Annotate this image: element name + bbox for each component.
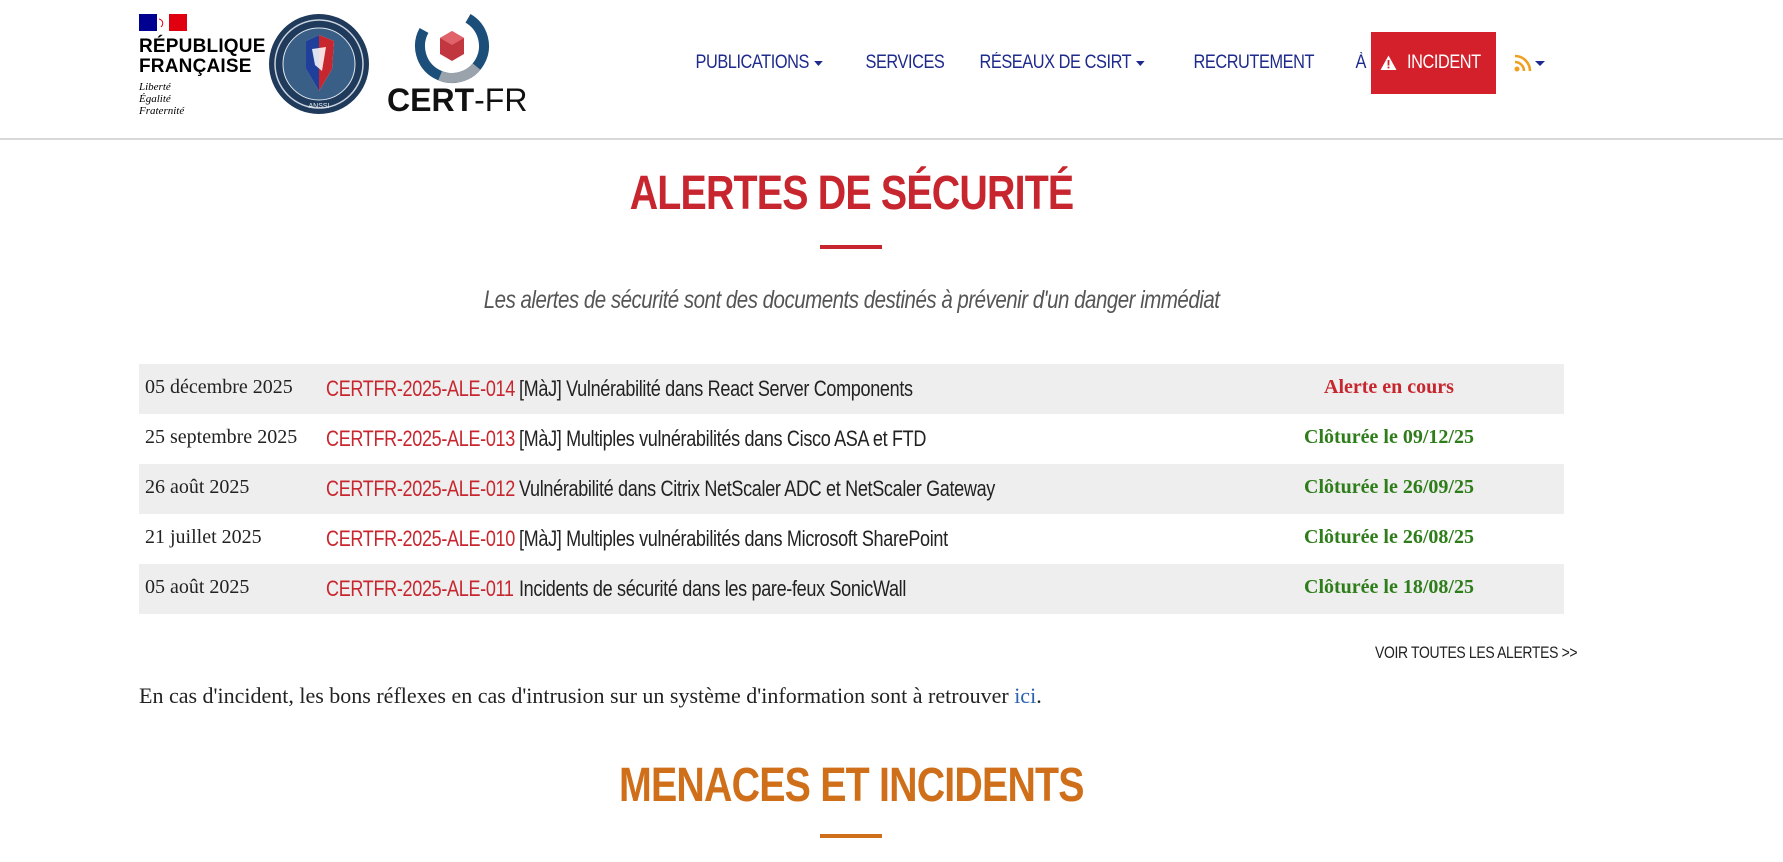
incident-button-label: INCIDENT [1407,52,1481,73]
nav-publications-label: PUBLICATIONS [695,52,809,73]
nav-services-label: SERVICES [865,52,945,73]
nav-recrutement-label: RECRUTEMENT [1193,52,1315,73]
chevron-down-icon [1136,60,1145,66]
alert-date: 21 juillet 2025 [145,526,262,548]
motto-liberte: Liberté [139,81,171,93]
alert-reference-link[interactable]: CERTFR-2025-ALE-010 [326,514,515,564]
incident-advice-end: . [1036,683,1042,708]
threats-title-underline [820,834,882,838]
nav-recrutement[interactable]: RECRUTEMENT [1178,32,1330,94]
cert-fr-emblem-icon [415,10,489,83]
rss-menu[interactable] [1514,52,1548,74]
alert-row: 21 juillet 2025 CERTFR-2025-ALE-010 [MàJ… [139,514,1564,564]
republique-text: RÉPUBLIQUE [139,36,266,57]
alert-date: 25 septembre 2025 [145,426,298,448]
alerts-list: 05 décembre 2025 CERTFR-2025-ALE-014 [Mà… [139,364,1564,614]
motto-egalite: Égalité [139,93,171,105]
main-navigation: PUBLICATIONS SERVICES RÉSEAUX DE CSIRT R… [680,32,1458,94]
alert-title-link[interactable]: Vulnérabilité dans Citrix NetScaler ADC … [519,464,995,514]
cert-fr-wordmark: CERT-FR [387,84,527,116]
alert-status: Clôturée le 26/08/25 [1304,526,1474,548]
incident-advice-paragraph: En cas d'incident, les bons réflexes en … [139,683,1042,709]
anssi-seal-logo[interactable]: ANSSI [268,13,370,115]
warning-icon [1380,55,1397,70]
nav-publications[interactable]: PUBLICATIONS [680,32,838,94]
alert-row: 05 août 2025 CERTFR-2025-ALE-011 Inciden… [139,564,1564,614]
alerts-section-title-text: ALERTES DE SÉCURITÉ [629,167,1074,220]
alert-title-link[interactable]: Incidents de sécurité dans les pare-feux… [519,564,906,614]
alert-row: 25 septembre 2025 CERTFR-2025-ALE-013 [M… [139,414,1564,464]
alert-date: 05 décembre 2025 [145,376,293,398]
alert-status: Alerte en cours [1324,376,1454,398]
alert-reference-link[interactable]: CERTFR-2025-ALE-014 [326,364,515,414]
marianne-flag-icon [139,14,187,31]
cert-fr-wordmark-bold: CERT [387,82,475,118]
threats-section-title: MENACES ET INCIDENTS [0,758,1703,813]
see-all-alerts-link[interactable]: VOIR TOUTES LES ALERTES >> [1375,643,1578,663]
alert-row: 05 décembre 2025 CERTFR-2025-ALE-014 [Mà… [139,364,1564,414]
republique-francaise-logo[interactable]: RÉPUBLIQUE FRANÇAISE Liberté Égalité Fra… [139,14,266,119]
alert-reference-link[interactable]: CERTFR-2025-ALE-013 [326,414,515,464]
alerts-subtitle: Les alertes de sécurité sont des documen… [0,286,1703,315]
nav-services[interactable]: SERVICES [850,32,960,94]
incident-button[interactable]: INCIDENT [1371,32,1496,94]
alert-date: 05 août 2025 [145,576,250,598]
alerts-section-title: ALERTES DE SÉCURITÉ [0,166,1703,221]
motto-fraternite: Fraternité [139,105,185,117]
alert-status: Clôturée le 26/09/25 [1304,476,1474,498]
alert-title-link[interactable]: [MàJ] Multiples vulnérabilités dans Cisc… [519,414,926,464]
threats-section-title-text: MENACES ET INCIDENTS [619,759,1085,812]
alert-row: 26 août 2025 CERTFR-2025-ALE-012 Vulnéra… [139,464,1564,514]
alert-status: Clôturée le 18/08/25 [1304,576,1474,598]
cert-fr-wordmark-suffix: -FR [474,82,528,118]
incident-advice-link[interactable]: ici [1014,683,1036,708]
alert-title-link[interactable]: [MàJ] Multiples vulnérabilités dans Micr… [519,514,948,564]
cert-fr-logo[interactable]: CERT-FR [385,10,527,120]
anssi-seal-text: ANSSI [308,103,329,110]
alert-reference-link[interactable]: CERTFR-2025-ALE-012 [326,464,515,514]
site-header: RÉPUBLIQUE FRANÇAISE Liberté Égalité Fra… [0,0,1783,140]
chevron-down-icon [814,60,823,66]
chevron-down-icon [1535,60,1545,66]
alert-reference-link[interactable]: CERTFR-2025-ALE-011 [326,564,514,614]
nav-reseaux-csirt[interactable]: RÉSEAUX DE CSIRT [964,32,1160,94]
alert-date: 26 août 2025 [145,476,250,498]
incident-advice-text: En cas d'incident, les bons réflexes en … [139,683,1015,708]
rss-icon [1514,54,1532,72]
francaise-text: FRANÇAISE [139,56,252,77]
alert-title-link[interactable]: [MàJ] Vulnérabilité dans React Server Co… [519,364,913,414]
alert-status: Clôturée le 09/12/25 [1304,426,1474,448]
alerts-subtitle-text: Les alertes de sécurité sont des documen… [483,286,1220,314]
alerts-title-underline [820,245,882,249]
nav-reseaux-csirt-label: RÉSEAUX DE CSIRT [979,52,1131,73]
